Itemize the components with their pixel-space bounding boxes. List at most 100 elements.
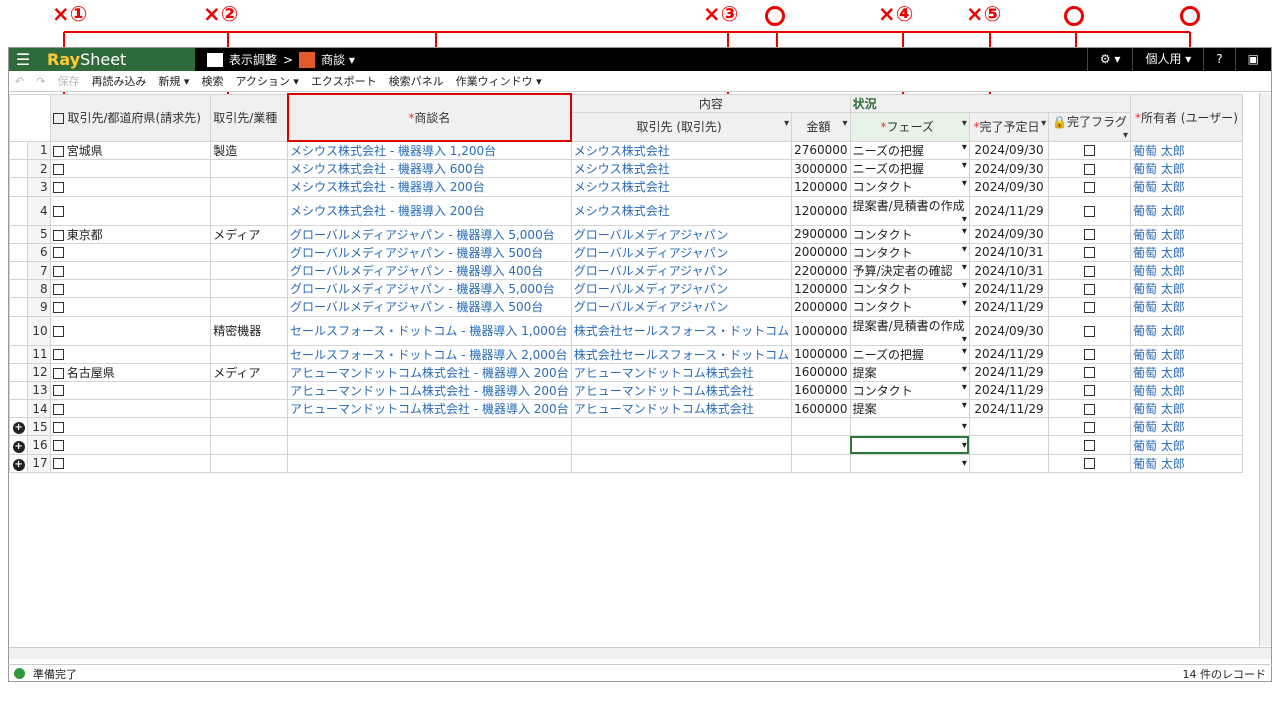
cell-deal-name[interactable]: アヒューマンドットコム株式会社 - 機器導入 200台 (287, 362, 572, 382)
complete-flag-checkbox[interactable] (1084, 265, 1096, 277)
cell-owner[interactable]: 葡萄 太郎 (1130, 140, 1243, 161)
header-phase[interactable]: *フェーズ (849, 111, 970, 142)
row-number[interactable]: 11 (27, 344, 51, 364)
cell-account[interactable]: グローバルメディアジャパン (570, 260, 793, 281)
row-checkbox[interactable] (52, 458, 64, 470)
cell-due[interactable]: 2024/11/29 (968, 344, 1050, 364)
table-row[interactable]: 4 メシウス株式会社 - 機器導入 200台 メシウス株式会社 1200000 提案書/… (9, 195, 1272, 226)
cell-phase[interactable]: 提案 (849, 362, 970, 382)
table-row[interactable]: 11 セールスフォース・ドットコム - 機器導入 2,000台 株式会社セールスフォ… (9, 344, 1272, 364)
row-checkbox[interactable] (52, 301, 64, 313)
header-amount[interactable]: 金額 (791, 111, 851, 142)
cell-deal-name[interactable]: グローバルメディアジャパン - 機器導入 5,000台 (287, 279, 572, 299)
breadcrumb-sheet[interactable]: 商談 ▾ (321, 51, 355, 68)
cell-account[interactable]: グローバルメディアジャパン (570, 224, 793, 244)
cell-pref[interactable]: 東京都 (49, 224, 212, 244)
cell-flag[interactable] (1048, 453, 1132, 473)
cell-phase[interactable]: コンタクト (849, 297, 970, 317)
row-checkbox[interactable] (52, 421, 64, 433)
cell-amount[interactable]: 3000000 (791, 159, 851, 179)
cell-phase[interactable]: 提案書/見積書の作成 (849, 195, 970, 226)
cell-amount[interactable]: 2760000 (791, 140, 851, 161)
cell-phase[interactable]: コンタクト (849, 242, 970, 262)
cell-account[interactable]: メシウス株式会社 (570, 140, 793, 161)
cell-due[interactable]: 2024/11/29 (968, 380, 1050, 401)
cell-amount[interactable]: 2000000 (791, 242, 851, 262)
table-row[interactable]: 3 メシウス株式会社 - 機器導入 200台 メシウス株式会社 1200000 コンタク… (9, 177, 1272, 197)
cell-owner[interactable]: 葡萄 太郎 (1130, 344, 1243, 364)
table-row[interactable]: 6 グローバルメディアジャパン - 機器導入 500台 グローバルメディアジャパン 2… (9, 242, 1272, 262)
row-checkbox[interactable] (52, 163, 64, 175)
table-row[interactable]: 2 メシウス株式会社 - 機器導入 600台 メシウス株式会社 3000000 ニーズの… (9, 159, 1272, 179)
row-number[interactable]: 7 (27, 260, 51, 281)
row-number[interactable]: 15 (27, 417, 51, 437)
cell-flag[interactable] (1048, 140, 1132, 161)
cell-deal-name[interactable]: メシウス株式会社 - 機器導入 200台 (287, 195, 572, 226)
complete-flag-checkbox[interactable] (1084, 421, 1096, 433)
complete-flag-checkbox[interactable] (1084, 367, 1096, 379)
cell-due[interactable] (968, 453, 1050, 473)
cell-amount[interactable]: 1600000 (791, 399, 851, 419)
cell-industry[interactable] (210, 297, 289, 317)
cell-deal-name[interactable]: グローバルメディアジャパン - 機器導入 500台 (287, 297, 572, 317)
cell-flag[interactable] (1048, 362, 1132, 382)
cell-deal-name[interactable]: グローバルメディアジャパン - 機器導入 400台 (287, 260, 572, 281)
cell-phase[interactable]: コンタクト (849, 224, 970, 244)
cell-pref[interactable] (49, 453, 212, 473)
cell-due[interactable]: 2024/11/29 (968, 195, 1050, 226)
row-number[interactable]: 3 (27, 177, 51, 197)
cell-account[interactable]: グローバルメディアジャパン (570, 279, 793, 299)
cell-owner[interactable]: 葡萄 太郎 (1130, 453, 1243, 473)
cell-deal-name[interactable]: アヒューマンドットコム株式会社 - 機器導入 200台 (287, 380, 572, 401)
horizontal-scrollbar[interactable] (9, 647, 1271, 659)
cell-account[interactable]: メシウス株式会社 (570, 195, 793, 226)
row-number[interactable]: 16 (27, 435, 51, 455)
row-checkbox[interactable] (52, 385, 64, 397)
help-button[interactable]: ? (1203, 48, 1234, 71)
cell-amount[interactable]: 1200000 (791, 279, 851, 299)
cell-due[interactable]: 2024/11/29 (968, 362, 1050, 382)
cell-owner[interactable]: 葡萄 太郎 (1130, 224, 1243, 244)
cell-owner[interactable]: 葡萄 太郎 (1130, 242, 1243, 262)
cell-phase[interactable]: コンタクト (849, 380, 970, 401)
complete-flag-checkbox[interactable] (1084, 205, 1096, 217)
cell-amount[interactable]: 2900000 (791, 224, 851, 244)
reload-button[interactable]: 再読み込み (91, 73, 146, 89)
cell-account[interactable]: 株式会社セールスフォース・ドットコム (570, 344, 793, 364)
table-row[interactable]: +16 葡萄 太郎 (9, 435, 1272, 455)
cell-pref[interactable] (49, 380, 212, 401)
row-checkbox[interactable] (52, 181, 64, 193)
cell-account[interactable] (570, 417, 793, 437)
undo-icon[interactable]: ↶ (15, 75, 24, 88)
table-row[interactable]: 1 宮城県 製造 メシウス株式会社 - 機器導入 1,200台 メシウス株式会社 2760… (9, 140, 1272, 161)
header-pref[interactable]: 取引先/都道府県(請求先) (49, 93, 212, 142)
row-checkbox[interactable] (52, 367, 64, 379)
header-account[interactable]: 取引先 (取引先) (570, 111, 793, 142)
cell-pref[interactable] (49, 399, 212, 419)
cell-account[interactable] (570, 453, 793, 473)
cell-flag[interactable] (1048, 159, 1132, 179)
table-row[interactable]: 14 アヒューマンドットコム株式会社 - 機器導入 200台 アヒューマンドットコム… (9, 399, 1272, 419)
table-row[interactable]: 9 グローバルメディアジャパン - 機器導入 500台 グローバルメディアジャパン 2… (9, 297, 1272, 317)
cell-flag[interactable] (1048, 279, 1132, 299)
cell-flag[interactable] (1048, 297, 1132, 317)
complete-flag-checkbox[interactable] (1084, 325, 1096, 337)
cell-owner[interactable]: 葡萄 太郎 (1130, 159, 1243, 179)
row-checkbox[interactable] (52, 145, 64, 157)
cell-pref[interactable] (49, 242, 212, 262)
row-number[interactable]: 13 (27, 380, 51, 401)
cell-owner[interactable]: 葡萄 太郎 (1130, 399, 1243, 419)
search-panel-button[interactable]: 検索パネル (389, 73, 444, 89)
cell-due[interactable]: 2024/10/31 (968, 260, 1050, 281)
cell-due[interactable]: 2024/11/29 (968, 297, 1050, 317)
table-row[interactable]: 10 精密機器 セールスフォース・ドットコム - 機器導入 1,000台 株式会社セー… (9, 315, 1272, 346)
row-number[interactable]: 9 (27, 297, 51, 317)
cell-due[interactable]: 2024/10/31 (968, 242, 1050, 262)
cell-deal-name[interactable]: メシウス株式会社 - 機器導入 1,200台 (287, 140, 572, 161)
cell-deal-name[interactable]: セールスフォース・ドットコム - 機器導入 2,000台 (287, 344, 572, 364)
row-number[interactable]: 2 (27, 159, 51, 179)
cell-flag[interactable] (1048, 315, 1132, 346)
cell-account[interactable]: グローバルメディアジャパン (570, 242, 793, 262)
row-number[interactable]: 1 (27, 140, 51, 161)
row-checkbox[interactable] (52, 403, 64, 415)
